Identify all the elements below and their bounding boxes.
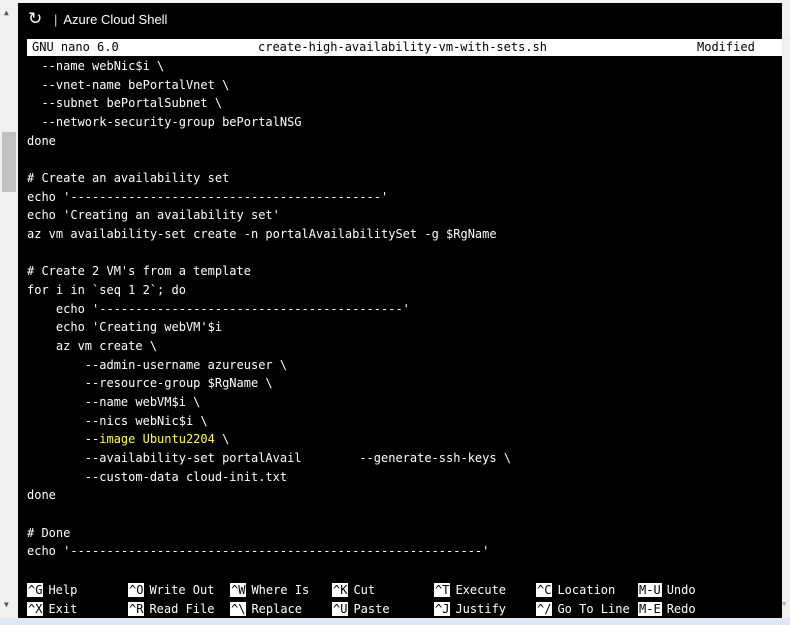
code-line: echo '----------------------------------… bbox=[27, 301, 410, 316]
terminal[interactable]: GNU nano 6.0 create-high-availability-vm… bbox=[18, 35, 782, 618]
shortcut-label: Paste bbox=[353, 601, 390, 616]
shortcut-execute[interactable]: ^T Execute bbox=[434, 581, 506, 600]
shortcut-label: Read File bbox=[149, 601, 215, 616]
shortcut-key: ^R bbox=[128, 601, 145, 616]
shortcut-undo[interactable]: M-U Undo bbox=[638, 581, 696, 600]
code-line: # Create 2 VM's from a template bbox=[27, 264, 251, 279]
shortcut-label: Justify bbox=[455, 601, 507, 616]
shortcut-go-to-line[interactable]: ^/ Go To Line bbox=[536, 600, 630, 619]
shortcut-key: ^O bbox=[128, 583, 145, 597]
file-name: create-high-availability-vm-with-sets.sh bbox=[258, 40, 547, 54]
title-bar: ↻ | Azure Cloud Shell bbox=[18, 3, 782, 35]
shortcut-write-out[interactable]: ^O Write Out bbox=[128, 581, 214, 600]
shortcut-key: ^K bbox=[332, 583, 349, 597]
shortcut-label: Replace bbox=[251, 601, 303, 616]
highlighted-text: image Ubuntu2204 bbox=[99, 432, 215, 447]
shortcut-key: ^G bbox=[27, 583, 44, 597]
shortcut-row: ^G Help ^O Write Out ^W Where Is ^K Cut ^T Execut… bbox=[27, 581, 782, 600]
code-line: # Create an availability set bbox=[27, 171, 230, 186]
shortcut-read-file[interactable]: ^R Read File bbox=[128, 600, 214, 619]
scroll-down-arrow-icon[interactable]: ▼ bbox=[782, 600, 786, 608]
code-line: az vm availability-set create -n portalA… bbox=[27, 227, 497, 242]
code-line: --availability-set portalAvail --generat… bbox=[27, 451, 512, 466]
nano-version: GNU nano 6.0 bbox=[32, 40, 119, 54]
code-line: done bbox=[27, 133, 56, 148]
code-line: --admin-username azureuser \ bbox=[27, 357, 288, 372]
left-scrollbar[interactable]: ▲ ▼ bbox=[0, 0, 18, 618]
shortcut-row: ^X Exit ^R Read File ^\ Replace ^U Paste ^J Justi… bbox=[27, 600, 782, 619]
window-title: Azure Cloud Shell bbox=[63, 11, 168, 27]
shortcut-key: ^C bbox=[536, 583, 553, 597]
taskbar-strip bbox=[0, 618, 790, 625]
code-line: for i in `seq 1 2`; do bbox=[27, 283, 186, 298]
refresh-icon[interactable]: ↻ bbox=[28, 9, 48, 29]
shortcut-label: Exit bbox=[48, 601, 78, 616]
code-line: # Done bbox=[27, 525, 71, 540]
code-line: --resource-group $RgName \ bbox=[27, 376, 273, 391]
editor-content[interactable]: --name webNic$i \ --vnet-name bePortalVn… bbox=[27, 57, 511, 561]
shortcut-redo[interactable]: M-E Redo bbox=[638, 600, 696, 619]
code-text: -- bbox=[27, 432, 100, 447]
code-line: echo '----------------------------------… bbox=[27, 189, 389, 204]
code-line: done bbox=[27, 488, 56, 503]
title-separator: | bbox=[54, 11, 58, 27]
scrollbar-thumb[interactable] bbox=[2, 132, 16, 192]
code-line: echo 'Creating webVM'$i bbox=[27, 320, 223, 335]
shortcut-exit[interactable]: ^X Exit bbox=[27, 600, 77, 619]
shortcut-cut[interactable]: ^K Cut bbox=[332, 581, 375, 600]
shortcut-label: Cut bbox=[353, 583, 376, 597]
shortcut-label: Help bbox=[48, 583, 78, 597]
code-line: --network-security-group bePortalNSG bbox=[27, 115, 302, 130]
code-line: echo '----------------------------------… bbox=[27, 544, 490, 559]
code-line: --vnet-name bePortalVnet \ bbox=[27, 77, 230, 92]
shortcut-key: ^J bbox=[434, 601, 451, 616]
code-line: --name webVM$i \ bbox=[27, 395, 201, 410]
shortcut-key: ^T bbox=[434, 583, 451, 597]
shortcut-help[interactable]: ^G Help bbox=[27, 581, 77, 600]
shortcut-key: ^/ bbox=[536, 601, 553, 616]
shortcut-bar: ^G Help ^O Write Out ^W Where Is ^K Cut ^T Execut… bbox=[27, 581, 782, 618]
shortcut-justify[interactable]: ^J Justify bbox=[434, 600, 506, 619]
code-text: \ bbox=[214, 432, 230, 447]
code-line: az vm create \ bbox=[27, 339, 158, 354]
shortcut-label: Redo bbox=[666, 601, 696, 616]
code-line: echo 'Creating an availability set' bbox=[27, 208, 280, 223]
shortcut-key: M-E bbox=[638, 601, 662, 616]
shortcut-key: ^W bbox=[230, 583, 247, 597]
scroll-up-arrow-icon[interactable]: ▲ bbox=[4, 8, 9, 17]
shortcut-replace[interactable]: ^\ Replace bbox=[230, 600, 302, 619]
nano-header: GNU nano 6.0 create-high-availability-vm… bbox=[27, 39, 782, 56]
scroll-down-arrow-icon[interactable]: ▼ bbox=[4, 600, 9, 609]
shortcut-where-is[interactable]: ^W Where Is bbox=[230, 581, 309, 600]
shortcut-key: ^X bbox=[27, 601, 44, 616]
shortcut-label: Undo bbox=[666, 583, 696, 597]
shortcut-paste[interactable]: ^U Paste bbox=[332, 600, 390, 619]
shortcut-location[interactable]: ^C Location bbox=[536, 581, 615, 600]
shortcut-label: Where Is bbox=[251, 583, 310, 597]
shortcut-label: Execute bbox=[455, 583, 507, 597]
code-line: --subnet bePortalSubnet \ bbox=[27, 96, 223, 111]
code-line: --image Ubuntu2204 \ bbox=[27, 430, 511, 449]
shortcut-key: M-U bbox=[638, 583, 662, 597]
code-line: --custom-data cloud-init.txt bbox=[27, 469, 288, 484]
code-line: --name webNic$i \ bbox=[27, 59, 165, 73]
right-scrollbar[interactable]: ▼ bbox=[782, 35, 790, 618]
shortcut-label: Write Out bbox=[149, 583, 215, 597]
shortcut-label: Go To Line bbox=[557, 601, 630, 616]
shortcut-label: Location bbox=[557, 583, 616, 597]
shortcut-key: ^\ bbox=[230, 601, 247, 616]
code-line: --nics webNic$i \ bbox=[27, 413, 208, 428]
shortcut-key: ^U bbox=[332, 601, 349, 616]
modified-status: Modified bbox=[697, 40, 755, 54]
